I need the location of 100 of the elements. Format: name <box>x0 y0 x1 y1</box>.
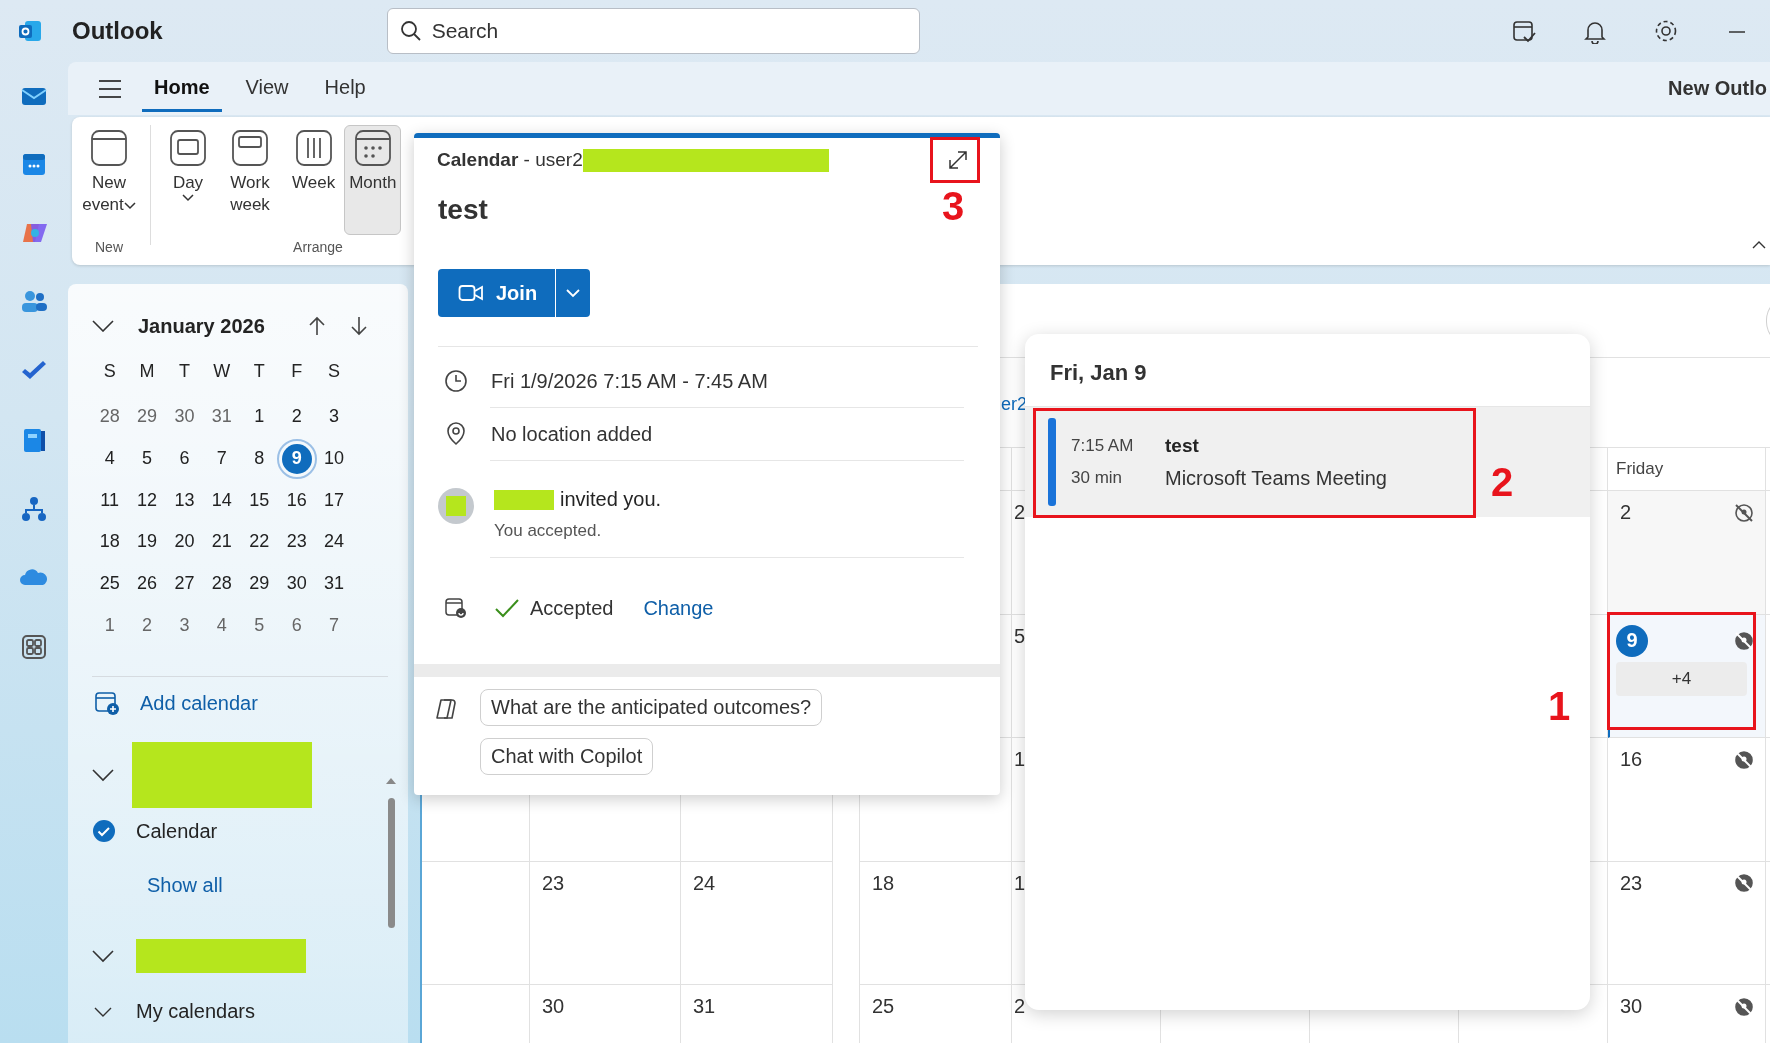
view-button[interactable]: Week <box>287 125 341 235</box>
date-cell[interactable]: 7 <box>319 610 350 641</box>
date-cell[interactable]: 27 <box>169 568 200 599</box>
ribbon-tab[interactable]: Help <box>312 65 378 112</box>
day-number[interactable]: 30 <box>1620 995 1643 1018</box>
date-cell[interactable]: 3 <box>319 401 350 432</box>
visibility-off-icon[interactable] <box>1733 995 1755 1018</box>
date-cell[interactable]: 8 <box>244 443 275 474</box>
join-button[interactable]: Join <box>438 269 556 317</box>
date-cell[interactable]: 2 <box>281 401 312 432</box>
scroll-up-icon[interactable] <box>386 778 396 784</box>
day-cell[interactable]: 9 +4 <box>1608 614 1765 738</box>
search-field[interactable]: Search <box>386 8 920 54</box>
date-cell[interactable]: 10 <box>319 443 350 474</box>
calendar-name[interactable]: Calendar <box>136 819 218 843</box>
day-number[interactable]: 2 <box>1014 501 1026 524</box>
chevron-down-icon[interactable] <box>92 320 114 332</box>
visibility-off-icon[interactable] <box>1733 872 1755 894</box>
date-cell[interactable]: 12 <box>132 485 163 516</box>
date-cell[interactable]: 4 <box>94 443 125 474</box>
day-number[interactable]: 25 <box>872 995 895 1018</box>
arrow-down-icon[interactable] <box>350 316 368 336</box>
date-cell[interactable]: 5 <box>244 610 275 641</box>
view-button[interactable]: New event <box>76 125 142 235</box>
day-number[interactable]: 30 <box>542 995 565 1018</box>
expand-icon[interactable] <box>946 148 970 172</box>
chevron-down-icon[interactable] <box>94 1005 112 1018</box>
date-cell[interactable]: 20 <box>169 526 200 557</box>
date-cell[interactable]: 30 <box>281 568 312 599</box>
show-all-link[interactable]: Show all <box>147 874 223 898</box>
group-name[interactable]: My calendars <box>136 1000 255 1024</box>
day-number[interactable]: 18 <box>872 871 895 895</box>
date-cell[interactable]: 7 <box>206 443 237 474</box>
day-number[interactable]: 5 <box>1014 624 1026 648</box>
date-cell[interactable]: 31 <box>319 568 350 599</box>
view-button[interactable]: Work week <box>217 125 283 235</box>
date-cell[interactable]: 23 <box>281 526 312 557</box>
date-cell[interactable]: 29 <box>132 401 163 432</box>
date-cell[interactable]: 14 <box>206 485 237 516</box>
day-number[interactable]: 1 <box>1014 748 1026 771</box>
change-link[interactable]: Change <box>643 596 714 620</box>
date-cell[interactable]: 22 <box>244 526 275 557</box>
arrow-up-icon[interactable] <box>308 316 326 336</box>
visibility-off-icon[interactable] <box>1733 629 1755 652</box>
apps-icon[interactable] <box>19 632 49 662</box>
day-cell[interactable]: 2 <box>1608 491 1765 615</box>
day-number[interactable]: 2 <box>1014 995 1026 1018</box>
visibility-off-icon[interactable] <box>1733 748 1755 771</box>
day-number[interactable]: 2 <box>1620 501 1632 524</box>
month-title: January 2026 <box>138 314 266 338</box>
date-cell[interactable]: 15 <box>244 485 275 516</box>
day-number[interactable]: 16 <box>1620 748 1643 771</box>
banner-text: New Outlo <box>1668 77 1767 100</box>
date-cell[interactable]: 2 <box>132 610 163 641</box>
chevron-up-icon[interactable] <box>1752 240 1766 249</box>
day-number[interactable]: 23 <box>1620 871 1643 895</box>
view-button[interactable]: Day <box>163 125 213 235</box>
ribbon-tab[interactable]: View <box>233 65 301 112</box>
date-cell[interactable]: 26 <box>132 568 163 599</box>
date-cell[interactable]: 29 <box>244 568 275 599</box>
date-cell[interactable]: 13 <box>169 485 200 516</box>
date-cell[interactable]: 3 <box>169 610 200 641</box>
date-cell[interactable]: 28 <box>94 401 125 432</box>
date-cell[interactable]: 1 <box>244 401 275 432</box>
org-chart-icon[interactable] <box>19 494 49 524</box>
date-cell[interactable]: 5 <box>132 443 163 474</box>
join-options-button[interactable] <box>555 269 590 317</box>
calendar-check-icon[interactable] <box>1511 18 1537 44</box>
more-events-button[interactable]: +4 <box>1616 661 1747 696</box>
day-number[interactable]: 9 <box>1616 624 1648 657</box>
visibility-off-icon[interactable] <box>1733 501 1755 524</box>
prompt-chip[interactable]: Chat with Copilot <box>480 738 654 775</box>
prompt-chip[interactable]: What are the anticipated outcomes? <box>480 689 823 726</box>
ribbon-tab[interactable]: Home <box>142 65 222 112</box>
date-cell[interactable]: 6 <box>281 610 312 641</box>
checked-circle-icon[interactable] <box>92 819 116 844</box>
date-cell[interactable]: 1 <box>94 610 125 641</box>
scrollbar-thumb[interactable] <box>387 798 395 928</box>
date-cell[interactable]: 18 <box>94 526 125 557</box>
date-cell[interactable]: 16 <box>281 485 312 516</box>
calendar-owner-link[interactable]: er2 <box>1001 394 1027 414</box>
date-cell[interactable]: 6 <box>169 443 200 474</box>
date-cell[interactable]: 19 <box>132 526 163 557</box>
date-cell[interactable]: 11 <box>94 485 125 516</box>
day-number[interactable]: 23 <box>542 871 565 895</box>
date-cell[interactable]: 31 <box>206 401 237 432</box>
settings-icon[interactable] <box>1653 18 1679 44</box>
date-cell[interactable]: 25 <box>94 568 125 599</box>
add-calendar-link[interactable]: Add calendar <box>140 691 258 715</box>
date-cell[interactable]: 30 <box>169 401 200 432</box>
day-number[interactable]: 24 <box>693 871 716 895</box>
date-cell[interactable]: 28 <box>206 568 237 599</box>
view-button[interactable]: Month <box>344 125 402 235</box>
date-cell[interactable]: 17 <box>319 485 350 516</box>
date-cell[interactable]: 24 <box>319 526 350 557</box>
date-cell[interactable]: 4 <box>206 610 237 641</box>
day-number[interactable]: 1 <box>1014 871 1026 895</box>
date-cell[interactable]: 21 <box>206 526 237 557</box>
day-number[interactable]: 31 <box>693 995 716 1018</box>
menu-icon[interactable] <box>98 78 122 99</box>
